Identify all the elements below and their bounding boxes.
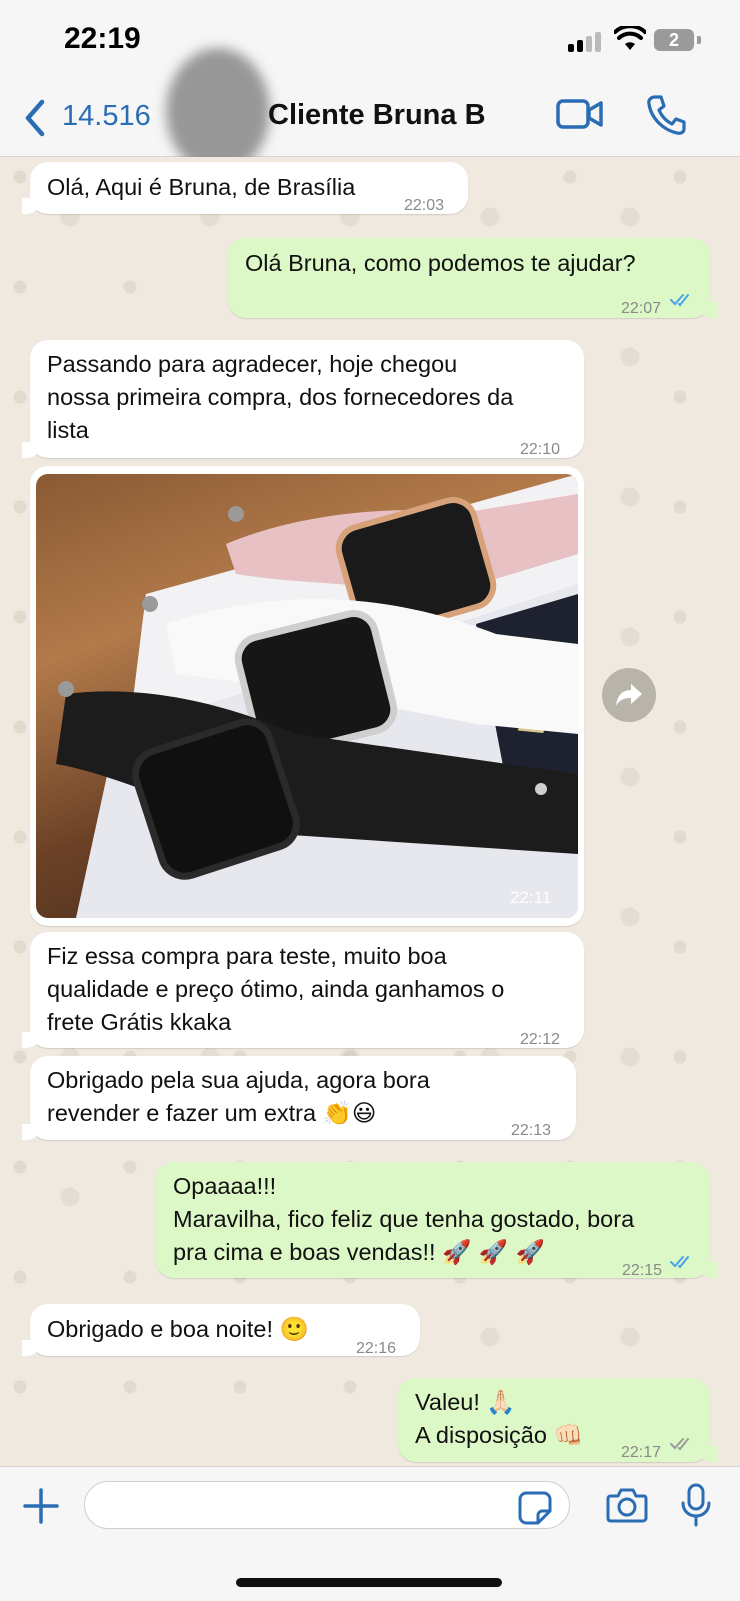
message-incoming[interactable]: Fiz essa compra para teste, muito boa qu… (22, 932, 584, 1048)
message-outgoing[interactable]: Olá Bruna, como podemos te ajudar? 22:07 (228, 238, 718, 318)
message-incoming[interactable]: Olá, Aqui é Bruna, de Brasília 22:03 (22, 162, 468, 214)
read-ticks-icon (670, 1256, 689, 1269)
message-body: Valeu! 🙏🏻 A disposição 👊🏻 (415, 1386, 583, 1452)
microphone-icon[interactable] (680, 1483, 712, 1527)
message-time: 22:13 (511, 1122, 552, 1139)
message-time: 22:17 (621, 1444, 662, 1461)
message-emoji: 🙂 (279, 1315, 309, 1343)
message-text: Olá, Aqui é Bruna, de Brasília (47, 174, 356, 200)
message-time: 22:07 (621, 300, 662, 317)
forward-icon (616, 684, 642, 706)
message-time: 22:15 (622, 1262, 663, 1279)
back-unread-count[interactable]: 14.516 (62, 100, 151, 133)
delivered-ticks-icon (670, 1438, 689, 1451)
message-time: 22:10 (520, 441, 561, 458)
plus-icon[interactable] (22, 1487, 60, 1525)
sticker-icon[interactable] (518, 1491, 552, 1525)
back-chevron-icon[interactable] (22, 98, 48, 138)
message-incoming[interactable]: Passando para agradecer, hoje chegou nos… (22, 340, 584, 458)
message-text: Valeu! (415, 1389, 480, 1415)
message-time: 22:12 (520, 1031, 561, 1048)
message-outgoing[interactable]: Opaaaa!!! Maravilha, fico feliz que tenh… (156, 1162, 718, 1279)
message-text: Obrigado e boa noite! (47, 1316, 274, 1342)
watch-photo-illustration: WAT (56, 474, 578, 918)
wifi-icon (614, 26, 646, 50)
message-incoming[interactable]: Obrigado pela sua ajuda, agora bora reve… (22, 1056, 576, 1140)
message-time: 22:16 (356, 1340, 397, 1357)
message-text: Olá Bruna, como podemos te ajudar? (245, 250, 636, 276)
message-text: Passando para agradecer, hoje chegou nos… (47, 351, 514, 443)
message-outgoing[interactable]: Valeu! 🙏🏻 A disposição 👊🏻 22:17 (398, 1378, 718, 1462)
status-time: 22:19 (64, 22, 141, 55)
message-time: 22:03 (404, 197, 445, 214)
battery-tip (697, 36, 701, 44)
contact-name[interactable]: Cliente Bruna B (268, 99, 486, 132)
battery-icon: 2 (654, 29, 694, 51)
signal-icon (568, 30, 604, 52)
message-emoji: 👏😃 (322, 1099, 377, 1127)
forward-button[interactable] (602, 668, 656, 722)
image-time: 22:11 (510, 888, 552, 907)
chat-header: 14.516 Cliente Bruna B (0, 48, 740, 174)
camera-icon[interactable] (606, 1487, 648, 1523)
status-bar: 22:19 2 (0, 0, 740, 80)
contact-avatar[interactable] (166, 48, 270, 174)
message-text: Fiz essa compra para teste, muito boa qu… (47, 943, 505, 1035)
message-body: Obrigado pela sua ajuda, agora bora reve… (47, 1064, 430, 1130)
message-emoji: 🙏🏻 (486, 1388, 516, 1416)
message-text: Opaaaa!!! Maravilha, fico feliz que tenh… (173, 1173, 635, 1265)
phone-icon[interactable] (646, 94, 686, 136)
read-ticks-icon (670, 294, 689, 307)
message-incoming[interactable]: Obrigado e boa noite! 🙂 22:16 (22, 1304, 420, 1357)
message-body: Opaaaa!!! Maravilha, fico feliz que tenh… (173, 1170, 634, 1269)
video-icon[interactable] (556, 96, 604, 132)
message-input[interactable] (84, 1481, 570, 1529)
message-body: Obrigado e boa noite! 🙂 (47, 1313, 309, 1346)
home-indicator[interactable] (236, 1578, 502, 1587)
message-emoji-2: 👊🏻 (553, 1421, 583, 1449)
message-emoji: 🚀 🚀 🚀 (442, 1238, 545, 1266)
message-text-line-2: A disposição (415, 1422, 547, 1448)
watch-photo[interactable]: WAT 22:11 (36, 474, 578, 918)
